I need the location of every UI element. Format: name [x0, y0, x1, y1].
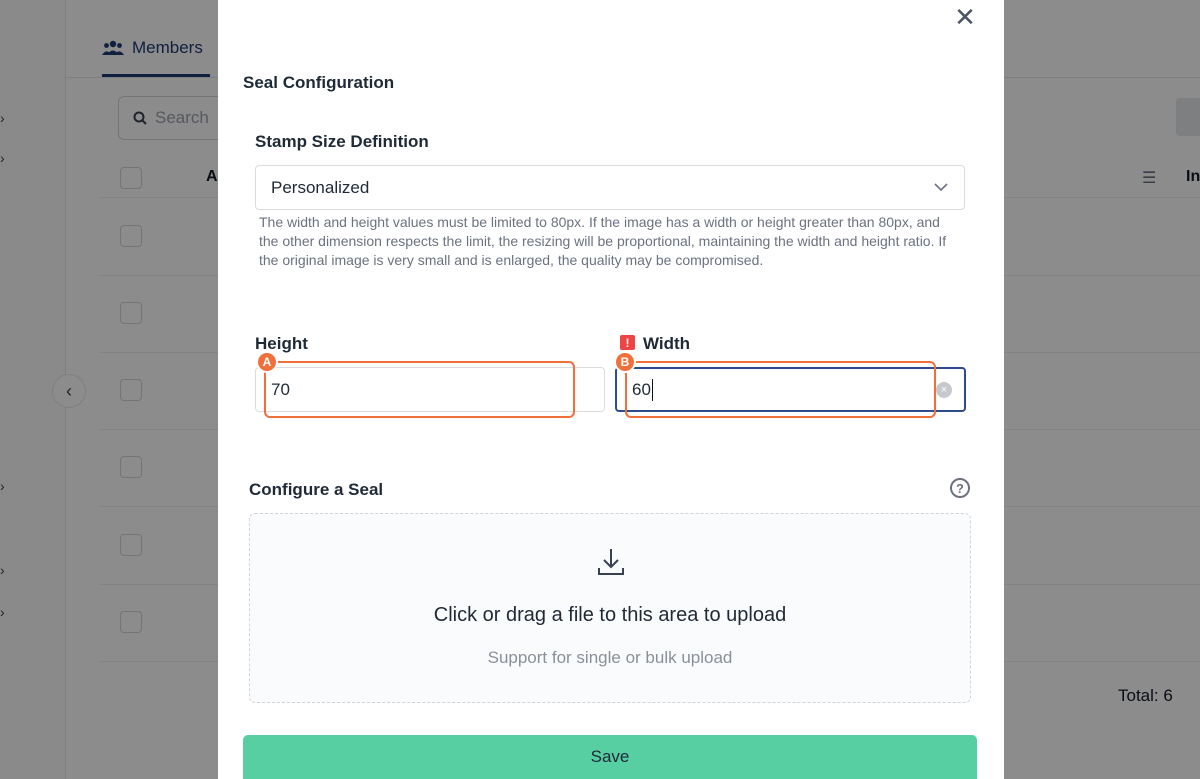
- stamp-size-value: Personalized: [271, 177, 370, 197]
- highlight-box-b: [625, 361, 936, 418]
- stamp-size-select[interactable]: Personalized: [255, 165, 965, 210]
- configure-seal-label: Configure a Seal: [249, 480, 384, 499]
- clear-icon[interactable]: ×: [936, 382, 952, 398]
- help-icon[interactable]: ?: [950, 478, 970, 498]
- chevron-down-icon: [934, 183, 948, 192]
- stamp-size-label: Stamp Size Definition: [255, 132, 429, 151]
- marker-a: A: [256, 351, 278, 373]
- stamp-size-help: The width and height values must be limi…: [259, 214, 947, 268]
- error-icon: !: [620, 335, 635, 350]
- upload-hint: Support for single or bulk upload: [487, 648, 733, 667]
- download-icon: [598, 549, 624, 575]
- close-icon[interactable]: ✕: [950, 4, 980, 30]
- width-label: Width: [643, 334, 691, 353]
- upload-dropzone[interactable]: Click or drag a file to this area to upl…: [249, 513, 971, 703]
- upload-text: Click or drag a file to this area to upl…: [433, 604, 787, 626]
- marker-b: B: [614, 351, 636, 373]
- modal-title: Seal Configuration: [243, 73, 395, 92]
- highlight-box-a: [264, 361, 575, 418]
- save-button[interactable]: Save: [243, 735, 977, 779]
